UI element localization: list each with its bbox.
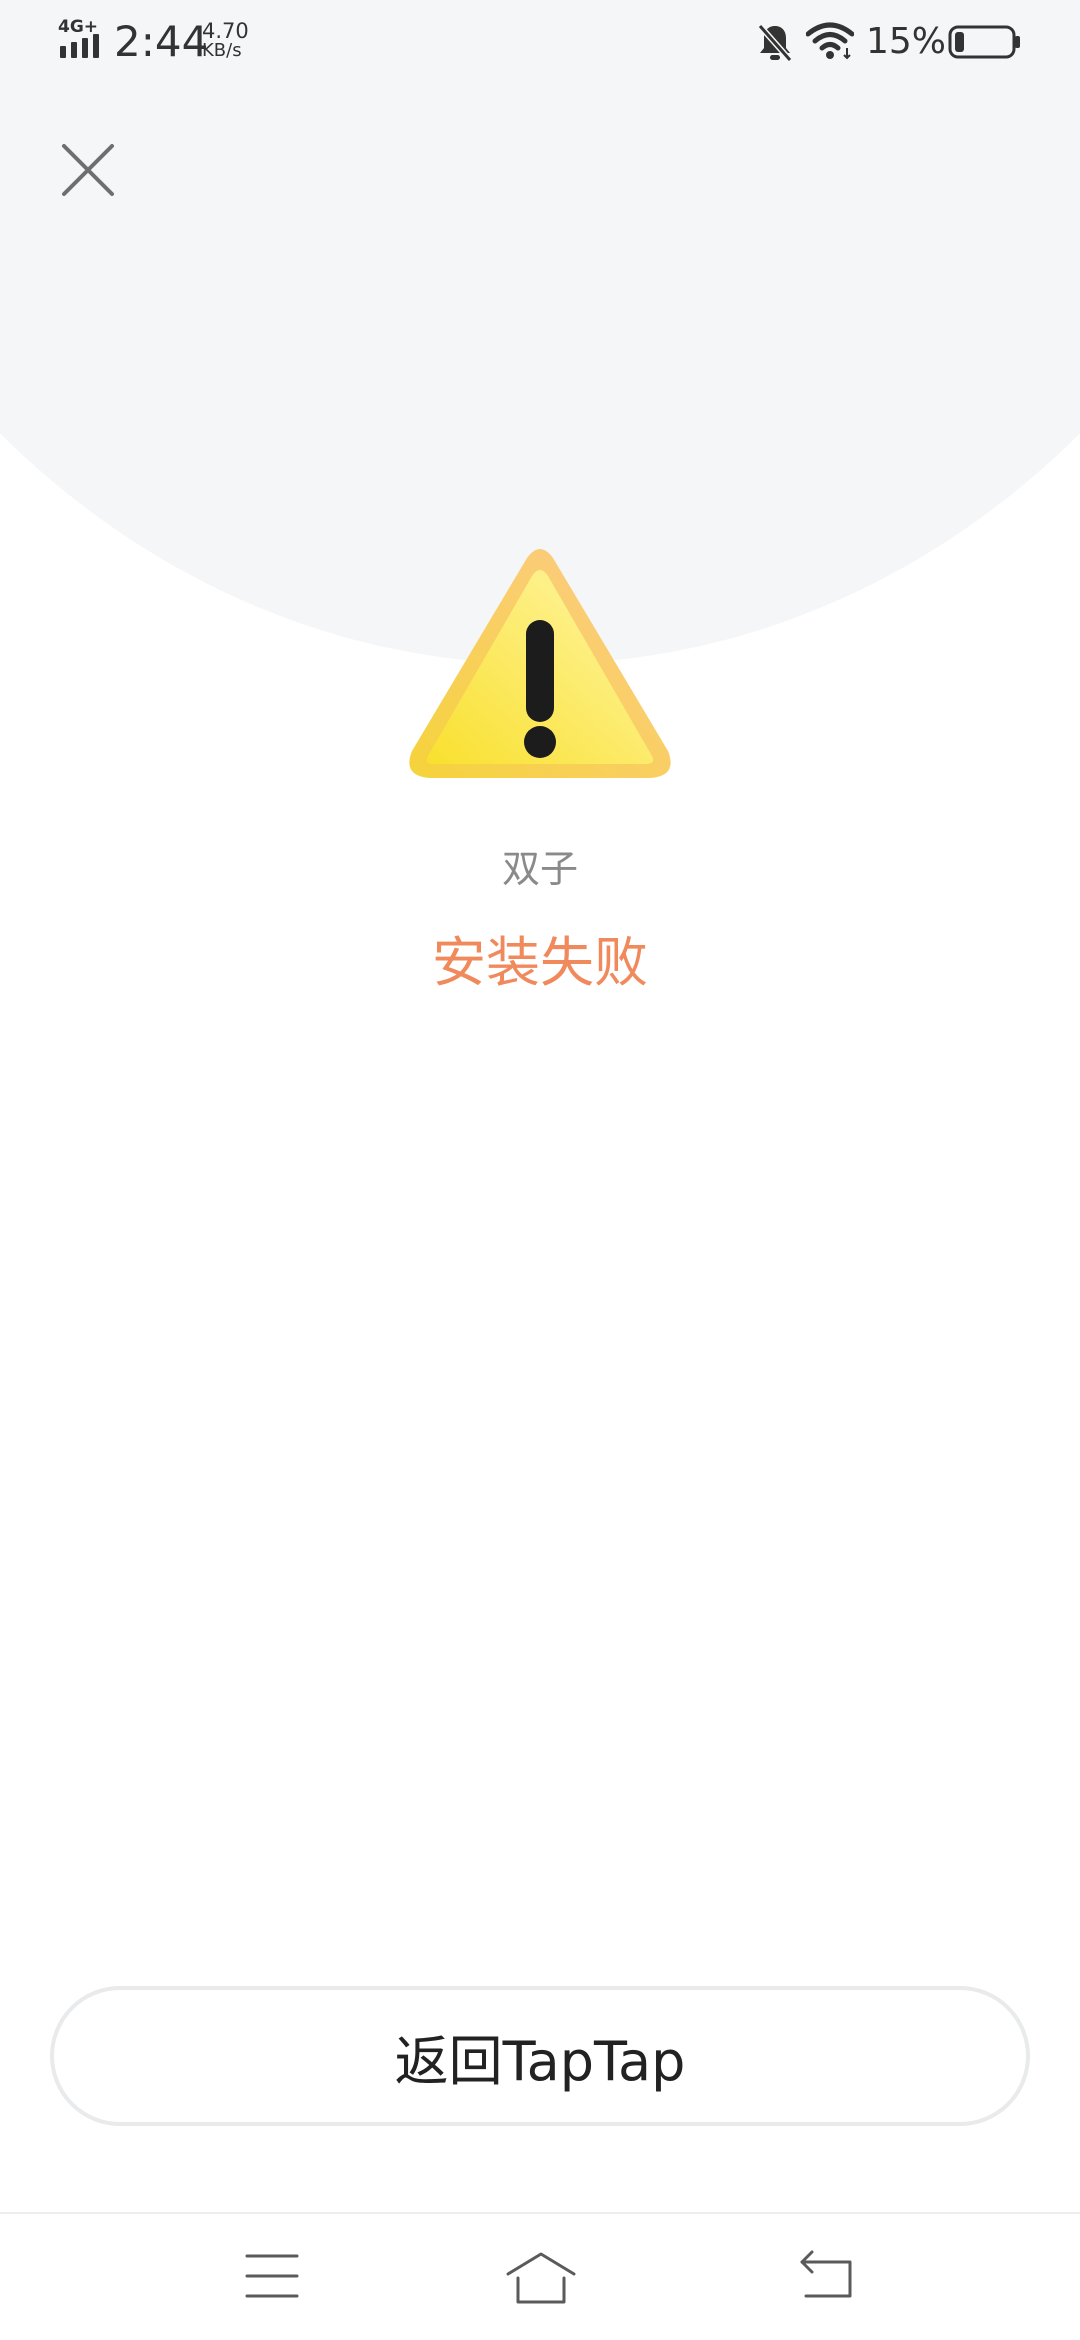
return-taptap-button[interactable]: 返回TapTap bbox=[50, 1986, 1030, 2126]
install-status-text: 安装失败 bbox=[432, 931, 648, 994]
network-speed-unit: KB/s bbox=[202, 40, 242, 61]
screen: 4G+ 2:44 4.70 KB/s 15% 双子 安装失败 返回TapTap bbox=[0, 0, 1080, 2340]
back-icon[interactable] bbox=[798, 2250, 854, 2300]
menu-icon[interactable] bbox=[244, 2250, 300, 2302]
app-name: 双子 bbox=[501, 847, 578, 891]
wifi-icon bbox=[806, 22, 854, 60]
network-speed-value: 4.70 bbox=[202, 19, 249, 43]
warning-triangle-icon bbox=[409, 549, 671, 778]
bell-off-icon bbox=[757, 24, 793, 62]
clock: 2:44 bbox=[114, 17, 209, 66]
battery-icon bbox=[948, 25, 1020, 59]
home-icon[interactable] bbox=[504, 2250, 578, 2306]
battery-percent: 15% bbox=[866, 21, 947, 62]
close-icon[interactable] bbox=[56, 138, 120, 202]
return-taptap-button-label: 返回TapTap bbox=[394, 2029, 686, 2093]
status-bar: 4G+ 2:44 4.70 KB/s 15% bbox=[0, 0, 1080, 86]
signal-icon bbox=[60, 34, 99, 58]
network-speed: 4.70 KB/s bbox=[202, 21, 272, 61]
navigation-bar bbox=[0, 2212, 1080, 2340]
